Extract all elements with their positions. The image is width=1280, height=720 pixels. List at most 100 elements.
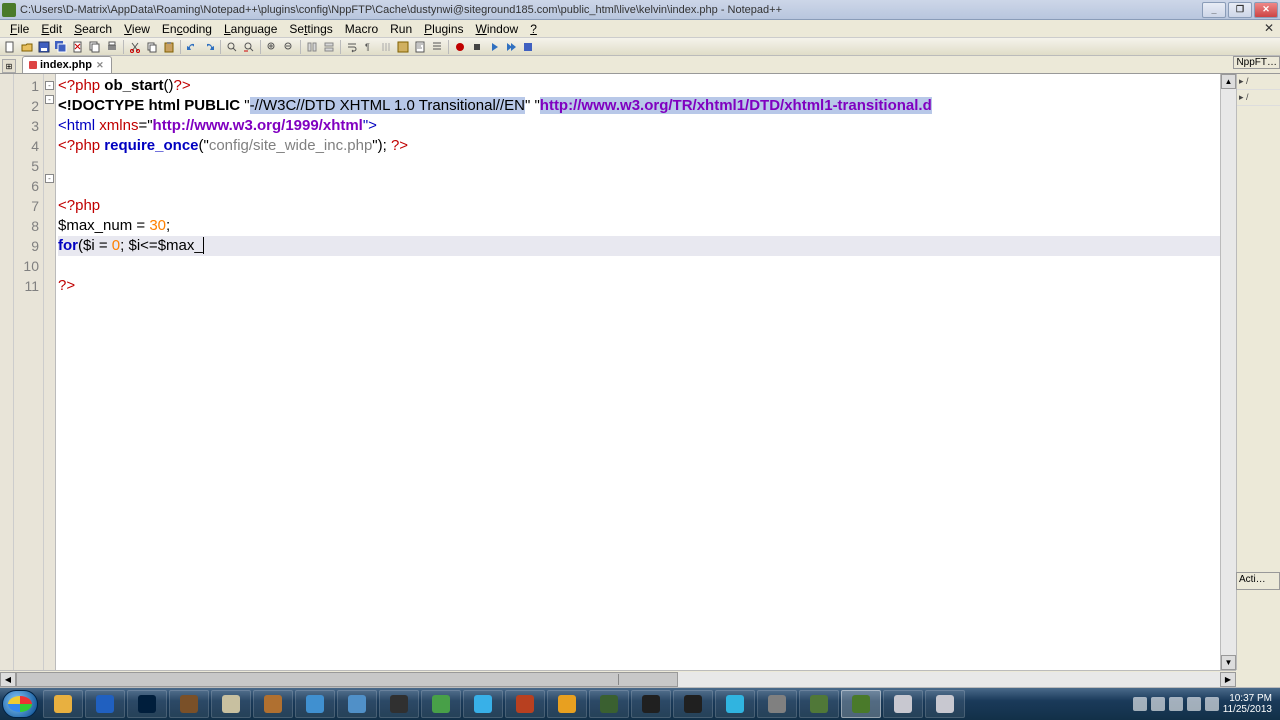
print-icon[interactable] (104, 39, 120, 55)
menu-help[interactable]: ? (524, 22, 543, 36)
fold-toggle-icon[interactable]: - (45, 174, 54, 183)
menu-view[interactable]: View (118, 22, 156, 36)
taskbar-app-button[interactable] (757, 690, 797, 718)
scroll-down-icon[interactable]: ▼ (1221, 655, 1236, 670)
tray-icon[interactable] (1133, 697, 1147, 711)
taskbar-app-button[interactable] (883, 690, 923, 718)
ftp-tree-item[interactable]: ▸ / (1237, 74, 1280, 90)
menu-file[interactable]: File (4, 22, 35, 36)
macro-save-icon[interactable] (520, 39, 536, 55)
code-text-area[interactable]: <?php ob_start()?> <!DOCTYPE html PUBLIC… (56, 74, 1236, 670)
minimize-button[interactable]: _ (1202, 2, 1226, 18)
taskbar-app-button[interactable] (85, 690, 125, 718)
fold-gutter[interactable]: - - - (44, 74, 56, 670)
word-wrap-icon[interactable] (344, 39, 360, 55)
taskbar-app-button[interactable] (547, 690, 587, 718)
lang-user-icon[interactable] (395, 39, 411, 55)
nppftp-activity-label: Acti… (1236, 572, 1280, 590)
close-all-icon[interactable] (87, 39, 103, 55)
mdi-close-icon[interactable]: ✕ (1264, 21, 1274, 35)
start-button[interactable] (2, 690, 38, 718)
save-icon[interactable] (36, 39, 52, 55)
tray-icon[interactable] (1169, 697, 1183, 711)
menu-window[interactable]: Window (470, 22, 525, 36)
menu-run[interactable]: Run (384, 22, 418, 36)
doc-map-icon[interactable] (412, 39, 428, 55)
sync-h-icon[interactable] (321, 39, 337, 55)
taskbar-app-button[interactable] (799, 690, 839, 718)
new-file-icon[interactable] (2, 39, 18, 55)
window-title: C:\Users\D-Matrix\AppData\Roaming\Notepa… (20, 4, 1202, 16)
copy-icon[interactable] (144, 39, 160, 55)
close-button[interactable]: ✕ (1254, 2, 1278, 18)
main-toolbar: ¶ (0, 38, 1280, 56)
cut-icon[interactable] (127, 39, 143, 55)
show-chars-icon[interactable]: ¶ (361, 39, 377, 55)
taskbar-app-button[interactable] (925, 690, 965, 718)
indent-guide-icon[interactable] (378, 39, 394, 55)
vertical-scrollbar[interactable]: ▲ ▼ (1220, 74, 1236, 670)
taskbar-app-button[interactable] (715, 690, 755, 718)
taskbar-clock[interactable]: 10:37 PM11/25/2013 (1223, 693, 1272, 715)
taskbar-app-button[interactable] (211, 690, 251, 718)
zoom-in-icon[interactable] (264, 39, 280, 55)
taskbar-app-button[interactable] (43, 690, 83, 718)
fold-toggle-icon[interactable]: - (45, 81, 54, 90)
macro-play-icon[interactable] (486, 39, 502, 55)
tab-close-icon[interactable]: ✕ (95, 60, 105, 70)
scrollbar-thumb[interactable] (16, 672, 678, 687)
taskbar-app-button[interactable] (463, 690, 503, 718)
scroll-right-icon[interactable]: ▶ (1220, 672, 1236, 687)
menu-bar: File Edit Search View Encoding Language … (0, 20, 1280, 38)
find-icon[interactable] (224, 39, 240, 55)
taskbar-app-button[interactable] (379, 690, 419, 718)
taskbar-app-button[interactable] (127, 690, 167, 718)
scroll-up-icon[interactable]: ▲ (1221, 74, 1236, 89)
fold-toggle-icon[interactable]: - (45, 95, 54, 104)
menu-encoding[interactable]: Encoding (156, 22, 218, 36)
menu-language[interactable]: Language (218, 22, 283, 36)
menu-macro[interactable]: Macro (339, 22, 384, 36)
maximize-button[interactable]: ❐ (1228, 2, 1252, 18)
undo-icon[interactable] (184, 39, 200, 55)
scroll-left-icon[interactable]: ◀ (0, 672, 16, 687)
tray-icon[interactable] (1151, 697, 1165, 711)
replace-icon[interactable] (241, 39, 257, 55)
menu-settings[interactable]: Settings (283, 22, 338, 36)
taskbar-app-button[interactable] (169, 690, 209, 718)
taskbar-app-button[interactable] (631, 690, 671, 718)
menu-search[interactable]: Search (68, 22, 118, 36)
macro-stop-icon[interactable] (469, 39, 485, 55)
tray-icon[interactable] (1187, 697, 1201, 711)
taskbar-app-button[interactable] (337, 690, 377, 718)
ftp-tree-item[interactable]: ▸ / (1237, 90, 1280, 106)
zoom-out-icon[interactable] (281, 39, 297, 55)
tab-splitter-icon[interactable]: ⊞ (2, 59, 16, 73)
func-list-icon[interactable] (429, 39, 445, 55)
menu-plugins[interactable]: Plugins (418, 22, 469, 36)
taskbar-app-button[interactable] (421, 690, 461, 718)
macro-multi-icon[interactable] (503, 39, 519, 55)
open-file-icon[interactable] (19, 39, 35, 55)
window-titlebar: C:\Users\D-Matrix\AppData\Roaming\Notepa… (0, 0, 1280, 20)
taskbar-app-button[interactable] (589, 690, 629, 718)
redo-icon[interactable] (201, 39, 217, 55)
taskbar-app-button[interactable] (841, 690, 881, 718)
taskbar-app-button[interactable] (253, 690, 293, 718)
bookmark-gutter[interactable] (0, 74, 14, 670)
taskbar-app-button[interactable] (295, 690, 335, 718)
paste-icon[interactable] (161, 39, 177, 55)
macro-record-icon[interactable] (452, 39, 468, 55)
code-editor[interactable]: 1234567891011 - - - <?php ob_start()?> <… (0, 74, 1236, 670)
nppftp-panel-tab[interactable]: NppFT… (1233, 56, 1280, 69)
tab-index-php[interactable]: index.php ✕ (22, 56, 112, 73)
horizontal-scrollbar[interactable]: ◀ ▶ (0, 670, 1236, 687)
tray-icon[interactable] (1205, 697, 1219, 711)
close-file-icon[interactable] (70, 39, 86, 55)
menu-edit[interactable]: Edit (35, 22, 68, 36)
taskbar-app-button[interactable] (505, 690, 545, 718)
sync-v-icon[interactable] (304, 39, 320, 55)
save-all-icon[interactable] (53, 39, 69, 55)
scrollbar-track[interactable] (16, 672, 1220, 687)
taskbar-app-button[interactable] (673, 690, 713, 718)
